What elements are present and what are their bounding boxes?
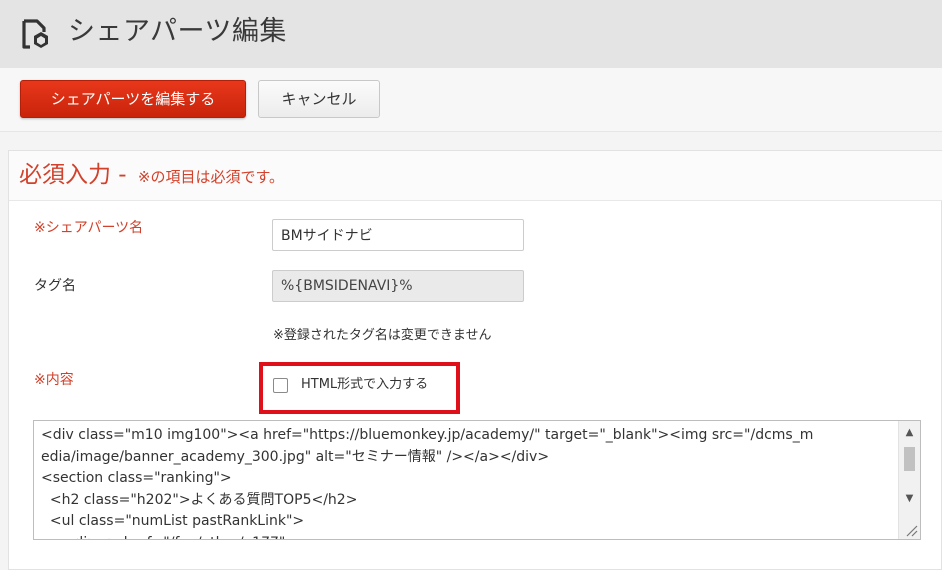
tag-name-hint: ※登録されたタグ名は変更できません xyxy=(273,328,492,343)
tag-name-field: %{BMSIDENAVI}% xyxy=(272,270,524,302)
action-toolbar: シェアパーツを編集する キャンセル xyxy=(0,68,942,132)
content-textarea-text: <div class="m10 img100"><a href="https:/… xyxy=(41,425,899,540)
tag-name-label: タグ名 xyxy=(34,278,76,294)
resize-handle-icon[interactable] xyxy=(904,523,918,537)
code-line: <div class="m10 img100"><a href="https:/… xyxy=(41,427,814,443)
code-line: <li><a href="/faq/other/a177" xyxy=(41,533,899,540)
share-part-name-input[interactable] xyxy=(272,219,524,251)
scroll-down-arrow-icon[interactable]: ▼ xyxy=(899,491,920,507)
content-textarea[interactable]: <div class="m10 img100"><a href="https:/… xyxy=(33,420,921,540)
scroll-up-arrow-icon[interactable]: ▲ xyxy=(899,425,920,441)
code-line: <section class="ranking"> xyxy=(41,470,232,486)
page-header: シェアパーツ編集 xyxy=(0,0,942,68)
panel-header: 必須入力 - ※の項目は必須です。 xyxy=(9,151,942,201)
vertical-scrollbar[interactable]: ▲ ▼ xyxy=(898,421,920,539)
document-box-icon xyxy=(22,19,48,49)
share-part-name-label: ※シェアパーツ名 xyxy=(34,220,144,236)
page-title: シェアパーツ編集 xyxy=(68,16,287,47)
code-line: <ul class="numList pastRankLink"> xyxy=(41,513,305,529)
save-button[interactable]: シェアパーツを編集する xyxy=(20,80,246,118)
code-line: edia/image/banner_academy_300.jpg" alt="… xyxy=(41,448,550,465)
section-title: 必須入力 - ※の項目は必須です。 xyxy=(19,160,284,192)
code-line: <h2 class="h202">よくある質問TOP5</h2> xyxy=(41,491,358,508)
scroll-thumb[interactable] xyxy=(904,447,915,471)
html-format-checkbox[interactable] xyxy=(273,378,288,393)
cancel-button[interactable]: キャンセル xyxy=(258,80,380,118)
html-format-checkbox-label[interactable]: HTML形式で入力する xyxy=(301,376,428,394)
content-label: ※内容 xyxy=(34,372,74,388)
section-title-text: 必須入力 - xyxy=(19,162,134,188)
required-note: ※の項目は必須です。 xyxy=(137,168,284,186)
